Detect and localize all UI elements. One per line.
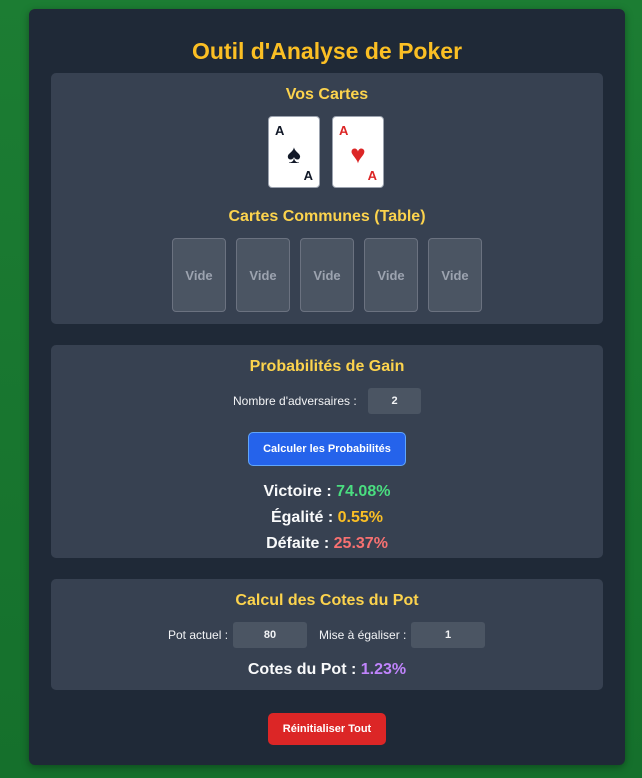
- page-title: Outil d'Analyse de Poker: [191, 38, 463, 64]
- pot-label: Pot actuel :: [168, 628, 229, 642]
- win-result: Victoire : 74.08%: [51, 483, 603, 501]
- community-cards-title: Cartes Communes (Table): [228, 208, 426, 225]
- community-card-slot-2[interactable]: Vide: [236, 238, 290, 312]
- hole-card-2[interactable]: A ♥ A: [332, 116, 384, 188]
- call-label: Mise à égaliser :: [319, 628, 407, 642]
- pot-odds-result: Cotes du Pot : 1.23%: [51, 661, 603, 679]
- your-cards-title: Vos Cartes: [285, 86, 369, 103]
- opponents-input[interactable]: 2: [368, 388, 421, 414]
- win-label: Victoire :: [263, 483, 332, 500]
- reset-all-button[interactable]: Réinitialiser Tout: [268, 713, 386, 745]
- card-rank: A: [339, 123, 349, 138]
- call-input[interactable]: 1: [411, 622, 485, 648]
- pot-odds-label: Cotes du Pot :: [247, 661, 357, 678]
- probabilities-section: Probabilités de Gain Nombre d'adversaire…: [51, 345, 603, 558]
- loss-label: Défaite :: [266, 535, 330, 552]
- probabilities-title: Probabilités de Gain: [249, 358, 405, 375]
- poker-app: Outil d'Analyse de Poker Vos Cartes A ♠ …: [29, 9, 625, 765]
- card-rank: A: [367, 168, 377, 183]
- tie-result: Égalité : 0.55%: [51, 509, 603, 527]
- loss-value: 25.37%: [333, 535, 388, 552]
- heart-icon: ♥: [350, 139, 366, 169]
- card-rank: A: [303, 168, 313, 183]
- cards-section: Vos Cartes A ♠ A A ♥ A Cartes Communes (…: [51, 73, 603, 324]
- tie-label: Égalité :: [270, 509, 334, 526]
- hole-card-1[interactable]: A ♠ A: [268, 116, 320, 188]
- tie-value: 0.55%: [337, 509, 384, 526]
- opponents-label: Nombre d'adversaires :: [233, 394, 357, 408]
- loss-result: Défaite : 25.37%: [51, 535, 603, 553]
- card-rank: A: [275, 123, 285, 138]
- pot-odds-section: Calcul des Cotes du Pot Pot actuel : 80 …: [51, 579, 603, 690]
- community-card-slot-4[interactable]: Vide: [364, 238, 418, 312]
- pot-odds-value: 1.23%: [360, 661, 407, 678]
- win-value: 74.08%: [336, 483, 391, 500]
- community-card-slot-3[interactable]: Vide: [300, 238, 354, 312]
- pot-odds-title: Calcul des Cotes du Pot: [235, 592, 419, 609]
- calculate-probabilities-button[interactable]: Calculer les Probabilités: [248, 432, 406, 466]
- community-card-slot-1[interactable]: Vide: [172, 238, 226, 312]
- spade-icon: ♠: [287, 139, 301, 169]
- community-card-slot-5[interactable]: Vide: [428, 238, 482, 312]
- pot-input[interactable]: 80: [233, 622, 307, 648]
